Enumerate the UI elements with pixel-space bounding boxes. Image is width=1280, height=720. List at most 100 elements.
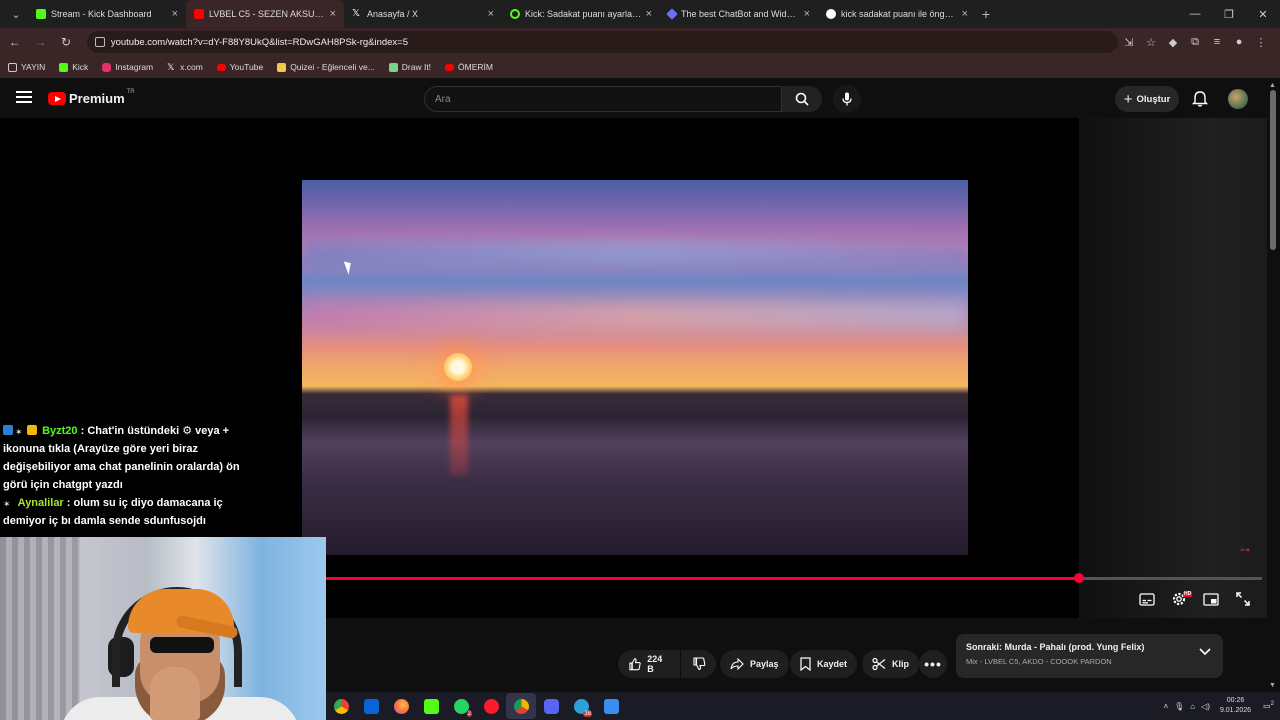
like-button[interactable]: 224 B xyxy=(618,650,680,678)
window-controls: — ❐ ✕ xyxy=(1178,8,1280,21)
microphone-icon xyxy=(842,92,852,106)
media-controls-icon[interactable]: ≡ xyxy=(1206,36,1228,49)
extensions-puzzle-icon[interactable]: ⧉ xyxy=(1184,36,1206,49)
youtube-icon xyxy=(216,63,226,71)
chevron-down-icon[interactable] xyxy=(1199,648,1211,656)
reload-icon[interactable]: ↻ xyxy=(55,35,77,49)
bookmark-youtube[interactable]: YouTube xyxy=(216,62,263,72)
page-scrollbar[interactable] xyxy=(1270,90,1276,250)
close-tab-icon[interactable]: × xyxy=(646,8,652,20)
up-next-card[interactable]: Sonraki: Murda - Pahalı (prod. Yung Feli… xyxy=(956,634,1223,678)
miniplayer-button[interactable] xyxy=(1201,589,1221,609)
dislike-button[interactable] xyxy=(681,650,716,678)
more-horizontal-icon: ••• xyxy=(924,656,942,672)
channel-watermark-icon[interactable]: ⊶ xyxy=(1240,545,1250,556)
bookmark-star-icon[interactable]: ☆ xyxy=(1140,36,1162,49)
notifications-bell-icon[interactable] xyxy=(1191,90,1209,108)
back-icon[interactable]: ← xyxy=(4,35,26,49)
extension-diamond-icon[interactable]: ◆ xyxy=(1162,36,1184,49)
hamburger-menu-icon[interactable] xyxy=(16,91,32,105)
scroll-down-arrow-icon[interactable]: ▼ xyxy=(1269,682,1276,689)
tab-x-home[interactable]: 𝕏 Anasayfa / X × xyxy=(344,0,502,28)
share-arrow-icon xyxy=(730,658,744,670)
tab-title: Kick: Sadakat puanı ayarları nasıl xyxy=(525,9,642,19)
bookmark-kick[interactable]: Kick xyxy=(59,62,88,72)
clip-label: Klip xyxy=(892,659,909,669)
save-button[interactable]: Kaydet xyxy=(790,650,858,678)
search-input[interactable]: Ara xyxy=(424,86,782,112)
bookmark-yayin[interactable]: YAYIN xyxy=(8,62,45,72)
bookmark-quizei[interactable]: Quizei - Eğlenceli ve... xyxy=(277,62,375,72)
new-tab-button[interactable]: + xyxy=(976,6,996,22)
chat-username: Aynalilar xyxy=(17,497,64,509)
bookmarks-bar: YAYIN Kick Instagram 𝕏x.com YouTube Quiz… xyxy=(0,56,1280,78)
share-button[interactable]: Paylaş xyxy=(720,650,789,678)
youtube-premium-logo[interactable]: Premium TR xyxy=(48,88,135,106)
taskbar-chrome-profile[interactable] xyxy=(506,693,536,719)
bookmark-instagram[interactable]: Instagram xyxy=(102,62,153,72)
progress-played xyxy=(326,577,1080,580)
fullscreen-button[interactable] xyxy=(1233,589,1253,609)
discord-icon xyxy=(543,698,559,714)
tab-title: Stream - Kick Dashboard xyxy=(51,9,152,19)
tab-youtube[interactable]: LVBEL C5 - SEZEN AKSU - YouTube × xyxy=(186,0,344,28)
taskbar-snipping-tool[interactable] xyxy=(596,693,626,719)
taskbar-chrome[interactable] xyxy=(326,693,356,719)
taskbar-whatsapp[interactable]: 2 xyxy=(446,693,476,719)
network-icon[interactable]: ⌂ xyxy=(1190,702,1195,711)
address-bar[interactable]: youtube.com/watch?v=dY-F88Y8UkQ&list=RDw… xyxy=(86,31,1119,53)
tab-google-search[interactable]: kick sadakat puanı ile öngörü ayarla × xyxy=(818,0,976,28)
close-tab-icon[interactable]: × xyxy=(804,8,810,20)
save-label: Kaydet xyxy=(817,659,848,669)
taskbar-telegram[interactable]: 38 xyxy=(566,693,596,719)
create-button[interactable]: + Oluştur xyxy=(1115,86,1179,112)
site-info-icon[interactable] xyxy=(94,37,105,47)
tab-chatbot[interactable]: The best ChatBot and Widgets × xyxy=(660,0,818,28)
clip-button[interactable]: Klip xyxy=(862,650,919,678)
kick-icon xyxy=(59,62,69,72)
star-badge-icon: ✶ xyxy=(15,427,23,437)
search-button[interactable] xyxy=(782,86,822,112)
minimize-icon[interactable]: — xyxy=(1178,8,1212,21)
bookmark-x[interactable]: 𝕏x.com xyxy=(167,62,203,72)
tray-overflow-chevron-icon[interactable]: ˄ xyxy=(1163,702,1168,711)
miniplayer-icon xyxy=(1203,592,1219,606)
account-avatar[interactable] xyxy=(1228,89,1248,109)
subtitles-button[interactable] xyxy=(1137,589,1157,609)
close-tab-icon[interactable]: × xyxy=(330,8,336,20)
taskbar-discord[interactable] xyxy=(536,693,566,719)
more-actions-button[interactable]: ••• xyxy=(919,650,947,678)
progress-bar[interactable] xyxy=(326,573,1262,583)
taskbar-kick[interactable] xyxy=(416,693,446,719)
taskbar-firefox[interactable] xyxy=(386,693,416,719)
tab-kick-dashboard[interactable]: Stream - Kick Dashboard × xyxy=(28,0,186,28)
tab-kick-loyalty[interactable]: Kick: Sadakat puanı ayarları nasıl × xyxy=(502,0,660,28)
restore-icon[interactable]: ❐ xyxy=(1212,8,1246,21)
bookmark-omerim[interactable]: ÖMERİM xyxy=(445,62,493,72)
taskbar-clock[interactable]: 00:26 9.01.2026 xyxy=(1220,696,1251,716)
scroll-up-arrow-icon[interactable]: ▲ xyxy=(1269,82,1276,89)
profile-avatar-icon[interactable]: ● xyxy=(1228,36,1250,49)
microphone-tray-icon[interactable]: 🎙 xyxy=(1174,702,1184,711)
taskbar-opera[interactable] xyxy=(476,693,506,719)
notification-center-icon[interactable]: ▭2 xyxy=(1263,701,1274,711)
clock-date: 9.01.2026 xyxy=(1219,707,1252,714)
close-tab-icon[interactable]: × xyxy=(172,8,178,20)
volume-icon[interactable]: ◁) xyxy=(1201,702,1210,711)
taskbar-outlook[interactable] xyxy=(356,693,386,719)
telegram-badge: 38 xyxy=(583,711,592,717)
whatsapp-badge: 2 xyxy=(466,711,472,717)
forward-icon[interactable]: → xyxy=(30,35,52,49)
browser-menu-icon[interactable]: ⋮ xyxy=(1250,36,1272,49)
close-tab-icon[interactable]: × xyxy=(488,8,494,20)
country-code: TR xyxy=(126,88,135,95)
voice-search-button[interactable] xyxy=(833,85,861,113)
install-app-icon[interactable]: ⇲ xyxy=(1118,36,1140,49)
video-frame[interactable] xyxy=(302,180,968,555)
bookmark-label: Draw It! xyxy=(401,62,432,72)
tab-search-icon[interactable]: ⌄ xyxy=(4,4,28,24)
bookmark-drawit[interactable]: Draw It! xyxy=(388,62,432,72)
close-window-icon[interactable]: ✕ xyxy=(1246,8,1280,21)
close-tab-icon[interactable]: × xyxy=(962,8,968,20)
hand xyxy=(150,667,200,720)
